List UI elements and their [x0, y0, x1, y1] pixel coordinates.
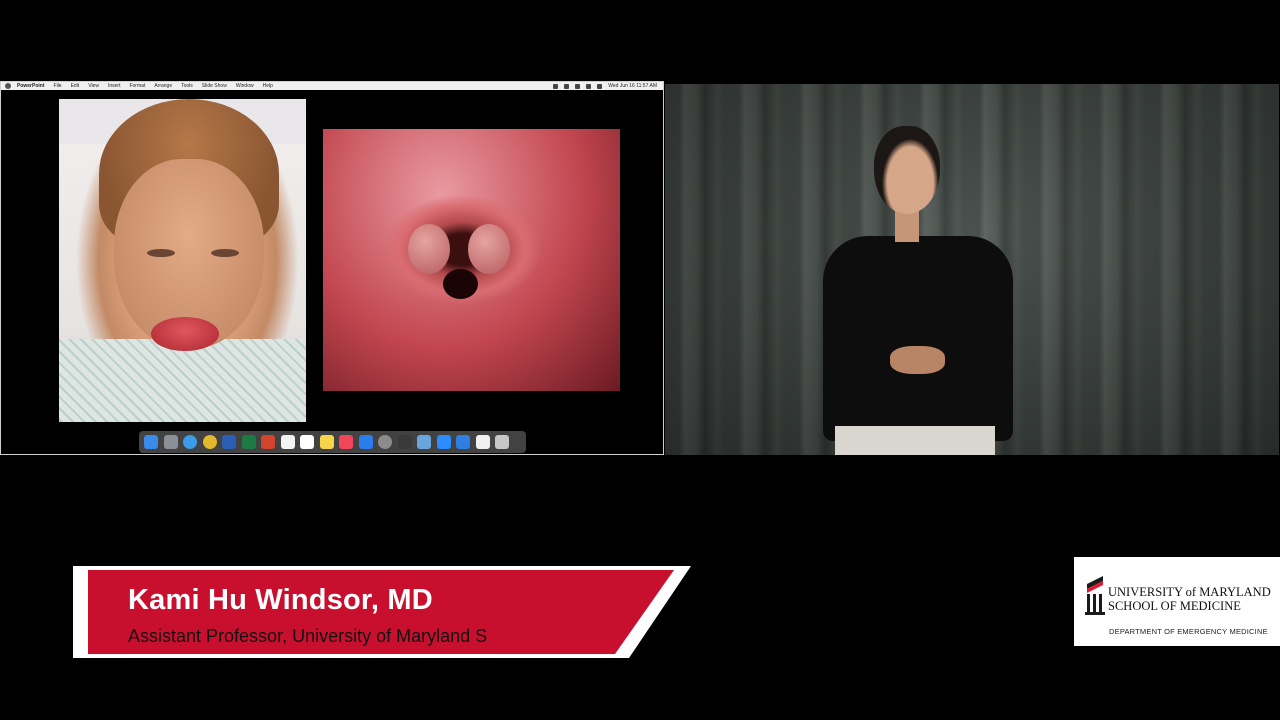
keynote-icon[interactable] [456, 435, 470, 449]
logo-department-line: DEPARTMENT OF EMERGENCY MEDICINE [1109, 627, 1268, 636]
name-lower-third: Kami Hu Windsor, MD Assistant Professor,… [73, 566, 691, 658]
apple-icon[interactable] [5, 83, 11, 89]
patient-angioedema-photo [59, 99, 306, 422]
university-crest-icon [1085, 576, 1105, 615]
menubar-clock[interactable]: Wed Jun 16 11:57 AM [608, 83, 657, 89]
speaker-video [665, 84, 1279, 455]
launchpad-icon[interactable] [163, 435, 178, 449]
menu-file[interactable]: File [54, 83, 62, 89]
trash-icon[interactable] [495, 435, 509, 449]
menu-slide-show[interactable]: Slide Show [202, 83, 227, 89]
menu-app-name[interactable]: PowerPoint [17, 83, 45, 89]
zoom-icon[interactable] [436, 435, 451, 449]
chrome-icon[interactable] [202, 435, 217, 449]
logo-school-line: SCHOOL OF MEDICINE [1108, 599, 1241, 613]
menu-help[interactable]: Help [263, 83, 273, 89]
phone-icon[interactable] [397, 435, 412, 449]
menu-arrange[interactable]: Arrange [154, 83, 172, 89]
system-preferences-icon[interactable] [378, 435, 392, 449]
speaker-title: Assistant Professor, University of Maryl… [128, 626, 488, 646]
finder-icon[interactable] [144, 435, 158, 449]
status-icon[interactable] [575, 83, 581, 89]
status-icon[interactable] [553, 83, 559, 89]
photos-icon[interactable] [280, 435, 295, 449]
menu-view[interactable]: View [88, 83, 99, 89]
calendar-icon[interactable] [300, 435, 314, 449]
menu-edit[interactable]: Edit [71, 83, 80, 89]
menu-window[interactable]: Window [236, 83, 254, 89]
document-icon[interactable] [475, 435, 490, 449]
word-icon[interactable] [222, 435, 236, 449]
app-store-icon[interactable] [358, 435, 373, 449]
powerpoint-icon[interactable] [261, 435, 275, 449]
battery-icon[interactable] [597, 83, 603, 89]
menu-insert[interactable]: Insert [108, 83, 121, 89]
music-icon[interactable] [339, 435, 353, 449]
preview-icon[interactable] [417, 435, 431, 449]
logo-university-line: UNIVERSITY of MARYLAND [1108, 585, 1271, 599]
wifi-icon[interactable] [586, 83, 592, 89]
speaker-name: Kami Hu Windsor, MD [128, 584, 433, 616]
safari-icon[interactable] [183, 435, 197, 449]
menu-tools[interactable]: Tools [181, 83, 193, 89]
notes-icon[interactable] [319, 435, 334, 449]
mac-menubar: PowerPoint File Edit View Insert Format … [1, 82, 663, 90]
menubar-status-area: Wed Jun 16 11:57 AM [553, 83, 663, 89]
menu-format[interactable]: Format [129, 83, 145, 89]
laryngoscopy-photo [323, 129, 620, 391]
excel-icon[interactable] [241, 435, 256, 449]
mac-dock [139, 431, 526, 453]
umsom-logo: UNIVERSITY of MARYLAND SCHOOL OF MEDICIN… [1074, 557, 1280, 646]
speaker-figure [815, 126, 1015, 455]
status-icon[interactable] [564, 83, 570, 89]
screen-share-panel: PowerPoint File Edit View Insert Format … [0, 81, 664, 455]
